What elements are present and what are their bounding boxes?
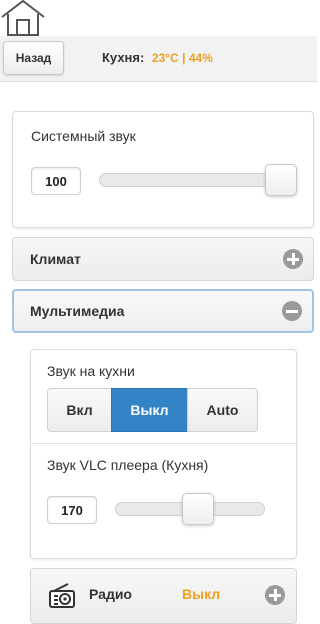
humidity-value: 44%	[188, 51, 213, 65]
vlc-sound-value[interactable]: 170	[47, 496, 97, 524]
home-icon[interactable]	[0, 0, 46, 36]
sound-on-button[interactable]: Вкл	[47, 388, 112, 432]
radio-label: Радио	[89, 586, 132, 602]
plus-icon[interactable]	[265, 585, 285, 605]
vlc-sound-label: Звук VLC плеера (Кухня)	[47, 457, 209, 473]
system-sound-label: Системный звук	[31, 128, 136, 144]
page-header: Назад Кухня: 23°C | 44%	[0, 36, 317, 82]
back-button[interactable]: Назад	[3, 41, 64, 75]
sound-auto-button[interactable]: Auto	[187, 388, 258, 432]
stats-separator: |	[182, 51, 186, 65]
multimedia-title: Мультимедиа	[30, 303, 125, 319]
top-bar	[0, 0, 317, 36]
kitchen-sound-label: Звук на кухни	[47, 363, 135, 379]
plus-icon[interactable]	[283, 249, 303, 269]
multimedia-content-card: Звук на кухни Вкл Выкл Auto Звук VLC пле…	[30, 349, 297, 559]
divider	[31, 443, 296, 444]
minus-icon[interactable]	[282, 301, 302, 321]
climate-section-header[interactable]: Климат	[12, 237, 314, 281]
system-sound-value[interactable]: 100	[31, 167, 81, 195]
room-stats: 23°C | 44%	[152, 51, 213, 65]
sound-off-button[interactable]: Выкл	[111, 388, 188, 432]
vlc-sound-slider-thumb[interactable]	[182, 493, 215, 525]
radio-status: Выкл	[182, 586, 221, 602]
radio-icon	[49, 583, 75, 608]
climate-title: Климат	[30, 251, 81, 267]
multimedia-section-header[interactable]: Мультимедиа	[12, 289, 314, 333]
room-status: Кухня: 23°C | 44%	[102, 50, 213, 65]
temperature-value: 23°C	[151, 51, 179, 65]
system-sound-slider-thumb[interactable]	[265, 164, 297, 196]
room-name: Кухня:	[102, 50, 145, 65]
system-sound-card: Системный звук 100	[12, 111, 314, 228]
